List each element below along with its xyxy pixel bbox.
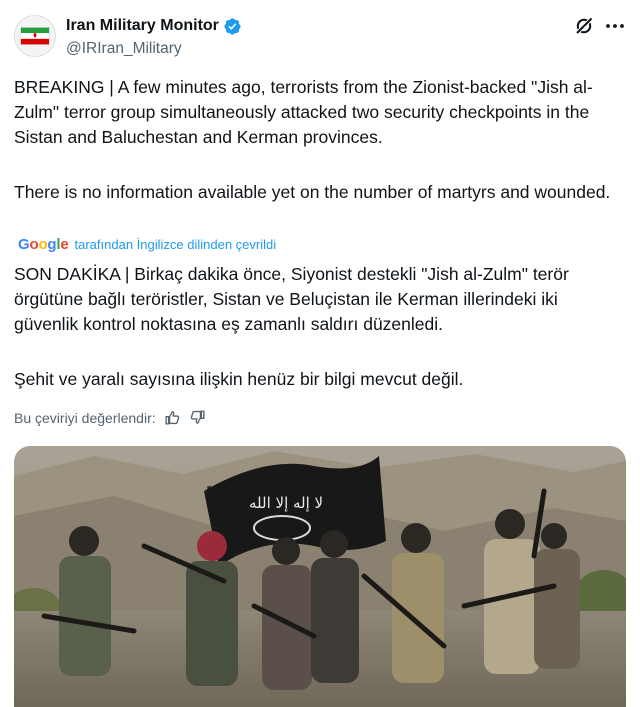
flag-text: لا إله إلا الله (249, 494, 323, 512)
author-names: Iran Military Monitor @IRIran_Military (66, 16, 242, 58)
avatar[interactable] (14, 15, 56, 57)
post-media-photo[interactable]: لا إله إلا الله (14, 446, 626, 707)
post-text-translated-2: Şehit ve yaralı sayısına ilişkin henüz b… (14, 369, 464, 389)
militants-photo-icon: لا إله إلا الله (14, 446, 626, 707)
rate-translation-row: Bu çeviriyi değerlendir: (14, 409, 206, 426)
post-text-original-2: There is no information available yet on… (14, 182, 611, 202)
google-logo: Google (18, 236, 69, 253)
thumbs-down-icon[interactable] (189, 409, 206, 426)
thumbs-up-icon[interactable] (164, 409, 181, 426)
google-logo-letter: g (47, 236, 57, 253)
google-logo-letter: G (18, 236, 30, 253)
post-header: Iran Military Monitor @IRIran_Military (14, 10, 626, 62)
google-logo-letter: e (60, 236, 69, 253)
grok-icon[interactable] (574, 16, 594, 36)
iran-flag-avatar-icon (15, 16, 55, 56)
translated-by-link[interactable]: tarafından İngilizce dilinden çevrildi (75, 237, 277, 252)
rate-translation-label: Bu çeviriyi değerlendir: (14, 409, 156, 426)
display-name-row: Iran Military Monitor (66, 16, 242, 36)
post-text-translated-1: SON DAKİKA | Birkaç dakika önce, Siyonis… (14, 264, 569, 334)
translation-attribution: Google tarafından İngilizce dilinden çev… (18, 236, 276, 253)
verified-badge-icon[interactable] (223, 17, 242, 36)
author-handle[interactable]: @IRIran_Military (66, 40, 242, 58)
post-text-original-1: BREAKING | A few minutes ago, terrorists… (14, 77, 593, 147)
google-logo-letter: o (29, 236, 39, 253)
more-options-icon[interactable] (604, 16, 626, 36)
display-name[interactable]: Iran Military Monitor (66, 17, 219, 35)
google-logo-letter: o (38, 236, 48, 253)
